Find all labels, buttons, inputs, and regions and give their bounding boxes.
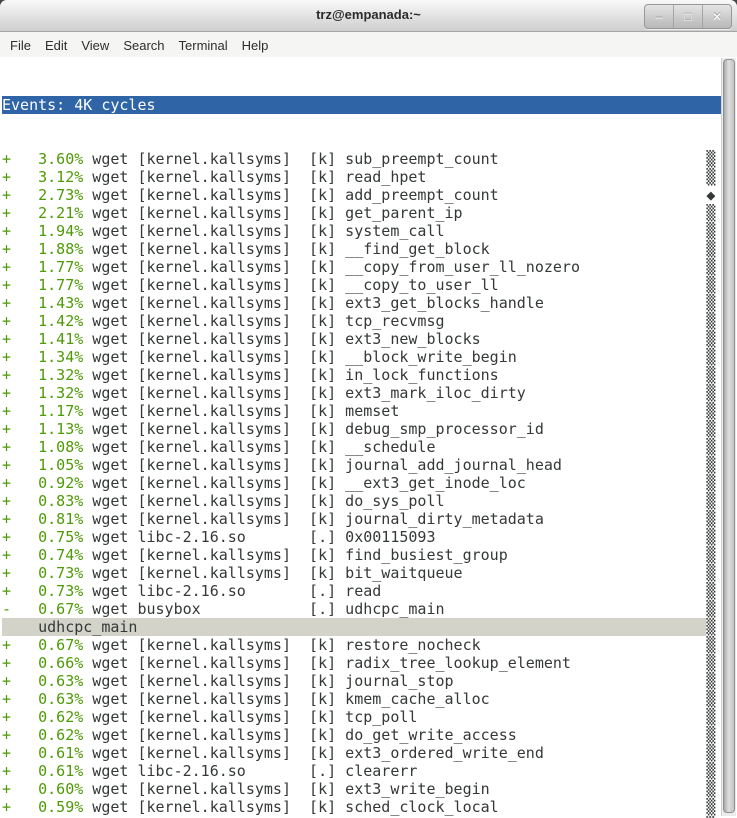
close-button[interactable]: ✕ [702,5,731,28]
table-row[interactable]: + 1.05% wget [kernel.kallsyms] [k] journ… [2,456,724,474]
table-row[interactable]: + 0.74% wget [kernel.kallsyms] [k] find_… [2,546,724,564]
perf-rows: + 3.60% wget [kernel.kallsyms] [k] sub_p… [2,150,724,818]
menu-view[interactable]: View [74,34,116,57]
table-row[interactable]: + 1.17% wget [kernel.kallsyms] [k] memse… [2,402,724,420]
table-row[interactable]: + 1.42% wget [kernel.kallsyms] [k] tcp_r… [2,312,724,330]
table-row[interactable]: + 1.77% wget [kernel.kallsyms] [k] __cop… [2,276,724,294]
table-row[interactable]: + 1.32% wget [kernel.kallsyms] [k] ext3_… [2,384,724,402]
table-row[interactable]: + 0.66% wget [kernel.kallsyms] [k] radix… [2,654,724,672]
menu-bar: File Edit View Search Terminal Help [0,32,737,58]
table-row[interactable]: + 1.88% wget [kernel.kallsyms] [k] __fin… [2,240,724,258]
table-row[interactable]: + 1.94% wget [kernel.kallsyms] [k] syste… [2,222,724,240]
table-row[interactable]: + 0.62% wget [kernel.kallsyms] [k] do_ge… [2,726,724,744]
minimize-button[interactable]: ‒ [645,5,673,28]
window-title: trz@empanada:~ [0,0,737,30]
terminal-window: trz@empanada:~ ‒ □ ✕ File Edit View Sear… [0,0,737,818]
minimize-icon: ‒ [656,11,663,23]
table-row[interactable]: + 0.59% wget [kernel.kallsyms] [k] sched… [2,798,724,816]
menu-search[interactable]: Search [116,34,171,57]
callchain-row-selected[interactable]: udhcpc_main ▒ [2,618,724,636]
table-row[interactable]: + 1.32% wget [kernel.kallsyms] [k] in_lo… [2,366,724,384]
table-row[interactable]: + 3.12% wget [kernel.kallsyms] [k] read_… [2,168,724,186]
table-row[interactable]: + 0.62% wget [kernel.kallsyms] [k] tcp_p… [2,708,724,726]
table-row[interactable]: + 0.63% wget [kernel.kallsyms] [k] kmem_… [2,690,724,708]
terminal-screen[interactable]: Events: 4K cycles + 3.60% wget [kernel.k… [0,57,737,818]
table-row[interactable]: + 1.77% wget [kernel.kallsyms] [k] __cop… [2,258,724,276]
table-row[interactable]: + 0.61% wget libc-2.16.so [.] clearerr ▒ [2,762,724,780]
table-row[interactable]: + 0.83% wget [kernel.kallsyms] [k] do_sy… [2,492,724,510]
table-row[interactable]: + 0.73% wget libc-2.16.so [.] read ▒ [2,582,724,600]
table-row[interactable]: + 1.43% wget [kernel.kallsyms] [k] ext3_… [2,294,724,312]
perf-events-header: Events: 4K cycles [2,96,724,114]
table-row[interactable]: + 1.41% wget [kernel.kallsyms] [k] ext3_… [2,330,724,348]
menu-file[interactable]: File [3,34,38,57]
window-controls: ‒ □ ✕ [644,4,732,29]
title-bar[interactable]: trz@empanada:~ ‒ □ ✕ [0,0,737,32]
table-row[interactable]: + 0.67% wget [kernel.kallsyms] [k] resto… [2,636,724,654]
table-row[interactable]: + 0.81% wget [kernel.kallsyms] [k] journ… [2,510,724,528]
table-row[interactable]: + 0.92% wget [kernel.kallsyms] [k] __ext… [2,474,724,492]
scrollbar-thumb[interactable] [723,59,735,813]
table-row[interactable]: + 0.60% wget [kernel.kallsyms] [k] ext3_… [2,780,724,798]
table-row[interactable]: + 1.08% wget [kernel.kallsyms] [k] __sch… [2,438,724,456]
menu-terminal[interactable]: Terminal [172,34,235,57]
table-row[interactable]: + 1.13% wget [kernel.kallsyms] [k] debug… [2,420,724,438]
table-row[interactable]: + 3.60% wget [kernel.kallsyms] [k] sub_p… [2,150,724,168]
table-row[interactable]: + 0.73% wget [kernel.kallsyms] [k] bit_w… [2,564,724,582]
table-row[interactable]: + 1.34% wget [kernel.kallsyms] [k] __blo… [2,348,724,366]
table-row[interactable]: + 2.73% wget [kernel.kallsyms] [k] add_p… [2,186,724,204]
table-row[interactable]: + 0.75% wget libc-2.16.so [.] 0x00115093… [2,528,724,546]
maximize-icon: □ [684,11,691,23]
menu-edit[interactable]: Edit [38,34,74,57]
table-row[interactable]: - 0.67% wget busybox [.] udhcpc_main ▒ [2,600,724,618]
scrollbar[interactable] [721,58,736,816]
table-row[interactable]: + 0.63% wget [kernel.kallsyms] [k] journ… [2,672,724,690]
table-row[interactable]: + 0.61% wget [kernel.kallsyms] [k] ext3_… [2,744,724,762]
close-icon: ✕ [712,11,722,23]
maximize-button[interactable]: □ [673,5,702,28]
menu-help[interactable]: Help [235,34,276,57]
table-row[interactable]: + 2.21% wget [kernel.kallsyms] [k] get_p… [2,204,724,222]
